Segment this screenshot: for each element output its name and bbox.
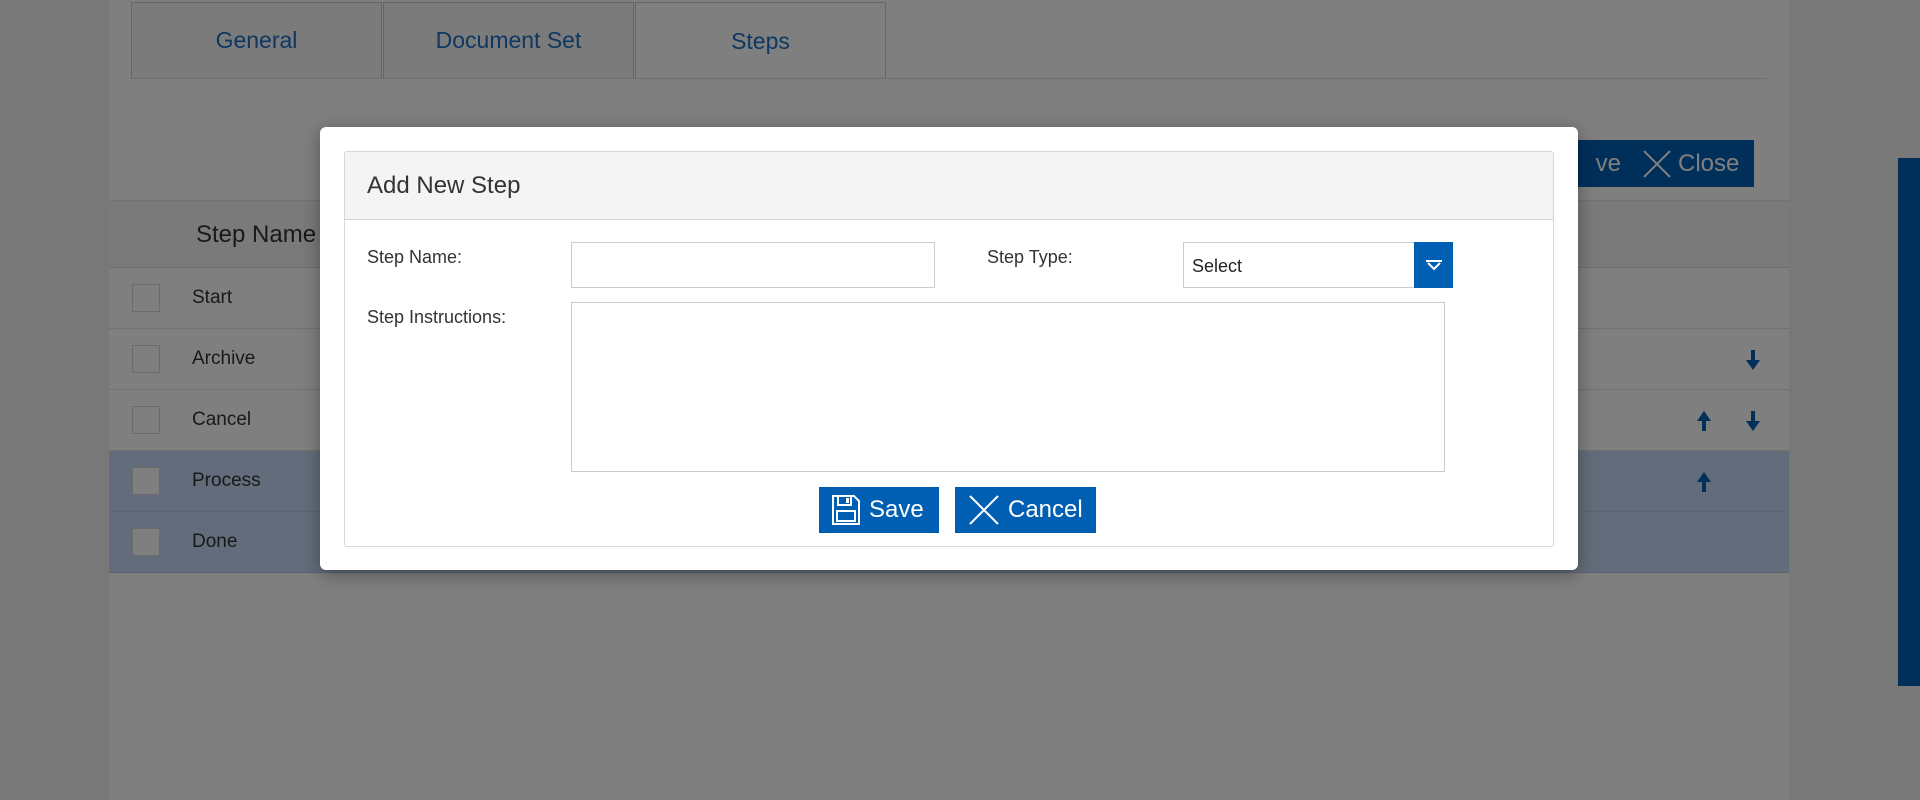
step-instructions-label: Step Instructions: <box>367 307 507 327</box>
dialog-title: Add New Step <box>367 172 521 199</box>
save-button[interactable]: Save <box>819 487 939 533</box>
close-icon <box>968 494 1000 526</box>
step-name-input[interactable] <box>571 242 935 288</box>
step-type-label: Step Type: <box>987 247 1073 267</box>
page: General Document Set Steps ve Close Step… <box>0 0 1920 800</box>
dialog-panel: Add New Step Step Name: Step Type: Selec… <box>344 151 1554 547</box>
add-step-dialog: Add New Step Step Name: Step Type: Selec… <box>320 127 1578 570</box>
cancel-button-label: Cancel <box>1008 496 1083 523</box>
chevron-down-icon <box>1425 260 1442 271</box>
step-type-value: Select <box>1192 256 1243 276</box>
cancel-button[interactable]: Cancel <box>955 487 1096 533</box>
save-button-label: Save <box>869 496 924 523</box>
step-name-label: Step Name: <box>367 247 463 267</box>
dropdown-button[interactable] <box>1414 242 1453 288</box>
floppy-disk-icon <box>831 494 861 526</box>
step-instructions-textarea[interactable] <box>571 302 1445 472</box>
step-type-select[interactable]: Select <box>1183 242 1453 288</box>
dialog-header: Add New Step <box>345 152 1553 220</box>
